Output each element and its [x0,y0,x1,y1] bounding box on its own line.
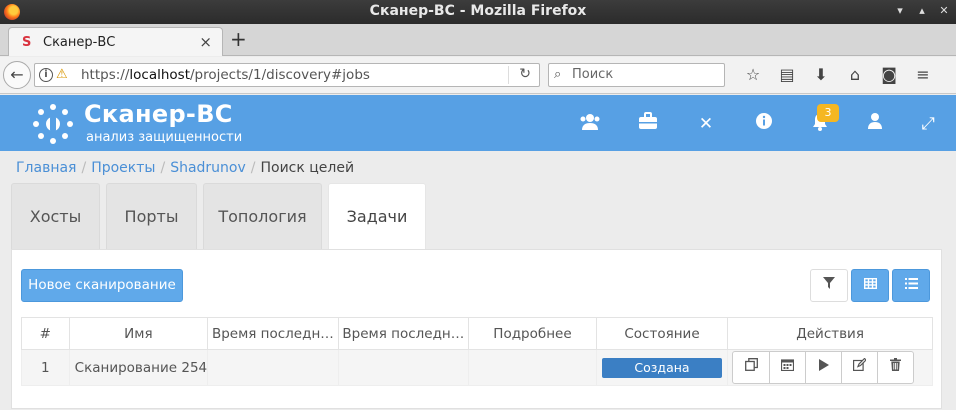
window-controls: ▾ ▴ ✕ [894,5,950,17]
breadcrumb-home[interactable]: Главная [16,160,76,176]
page-tabs: Хосты Порты Топология Задачи [0,183,956,250]
tab-tasks[interactable]: Задачи [328,183,426,250]
home-icon[interactable]: ⌂ [838,66,872,84]
breadcrumb-current: Поиск целей [260,160,355,176]
breadcrumb-projects[interactable]: Проекты [91,160,155,176]
maximize-icon[interactable]: ▴ [916,5,928,17]
browser-tab-title: Сканер-ВС [43,35,116,50]
search-bar[interactable]: ⌕ [548,63,725,87]
row-name: Сканирование 254 [68,349,209,386]
bookmark-star-icon[interactable]: ☆ [736,66,770,84]
list-view-icon[interactable] [892,269,930,302]
scanner-favicon-icon: S [22,35,32,50]
reading-list-icon[interactable]: ▤ [770,66,804,84]
column-last-time-1[interactable]: Время последн… [207,317,339,350]
info-icon[interactable]: i [39,68,53,82]
breadcrumb-project[interactable]: Shadrunov [170,160,246,176]
breadcrumb: Главная / Проекты / Shadrunov / Поиск целей [16,160,355,176]
new-tab-icon[interactable]: + [230,29,247,49]
browser-tab[interactable]: S Сканер-ВС × [8,27,223,56]
search-input[interactable] [572,67,720,82]
url-text[interactable]: https://localhost/projects/1/discovery#j… [81,67,370,83]
logo-subtitle: анализ защищенности [86,130,243,145]
new-scan-button[interactable]: Новое сканирование [21,269,183,302]
column-number[interactable]: # [21,317,70,350]
browser-tabstrip: S Сканер-ВС × + [0,24,956,56]
tasks-panel: Новое сканирование # Имя Время последн… … [11,249,942,409]
briefcase-icon[interactable] [636,112,660,136]
browser-navbar: ← i ⚠ https://localhost/projects/1/disco… [0,57,956,94]
user-icon[interactable] [863,112,887,136]
download-icon[interactable]: ⬇ [804,66,838,84]
calendar-icon[interactable] [769,352,805,383]
tab-topology[interactable]: Топология [203,183,322,249]
table-header-row: # Имя Время последн… Время последн… Подр… [21,317,933,350]
tools-icon[interactable]: ✕ [694,112,718,136]
minimize-icon[interactable]: ▾ [894,5,906,17]
tab-hosts[interactable]: Хосты [11,183,100,249]
warning-icon[interactable]: ⚠ [56,67,68,82]
row-number: 1 [21,349,70,386]
row-actions [732,351,915,384]
users-icon[interactable] [578,112,602,136]
copy-icon[interactable] [733,352,769,383]
row-details [468,349,597,386]
row-last-time-2 [337,349,470,386]
reload-icon[interactable]: ↻ [519,66,531,82]
play-icon[interactable] [805,352,841,383]
grid-view-icon[interactable] [851,269,889,302]
info-circle-icon[interactable] [752,112,776,136]
column-last-time-2[interactable]: Время последн… [337,317,470,350]
back-button-icon[interactable]: ← [3,61,31,89]
column-actions: Действия [727,317,933,350]
url-bar[interactable]: i ⚠ https://localhost/projects/1/discove… [34,63,540,87]
browser-toolbar-icons: ☆ ▤ ⬇ ⌂ ◙ ≡ [736,66,940,84]
fullscreen-icon[interactable]: ⤢ [916,112,940,136]
logo-icon[interactable] [32,103,74,145]
delete-icon[interactable] [877,352,913,383]
notifications-badge[interactable]: 3 [817,104,839,122]
window-title: Сканер-ВС - Mozilla Firefox [369,3,587,19]
window-titlebar: Сканер-ВС - Mozilla Firefox ▾ ▴ ✕ [0,0,956,24]
edit-icon[interactable] [841,352,877,383]
status-badge: Создана [602,357,722,378]
pocket-icon[interactable]: ◙ [872,66,906,84]
row-last-time-1 [207,349,339,386]
column-name[interactable]: Имя [68,317,209,350]
column-details[interactable]: Подробнее [468,317,597,350]
search-icon: ⌕ [554,67,562,82]
table-row[interactable]: 1 Сканирование 254 Создана [21,349,933,386]
column-status[interactable]: Состояние [595,317,729,350]
filter-icon[interactable] [810,269,848,302]
tab-close-icon[interactable]: × [199,33,212,51]
tab-ports[interactable]: Порты [106,183,197,249]
app-header: Сканер-ВС анализ защищенности ✕ 3 ⤢ [0,95,956,151]
logo-title: Сканер-ВС [84,100,233,128]
tasks-table: # Имя Время последн… Время последн… Подр… [21,317,933,386]
close-icon[interactable]: ✕ [938,5,950,17]
menu-icon[interactable]: ≡ [906,66,940,84]
